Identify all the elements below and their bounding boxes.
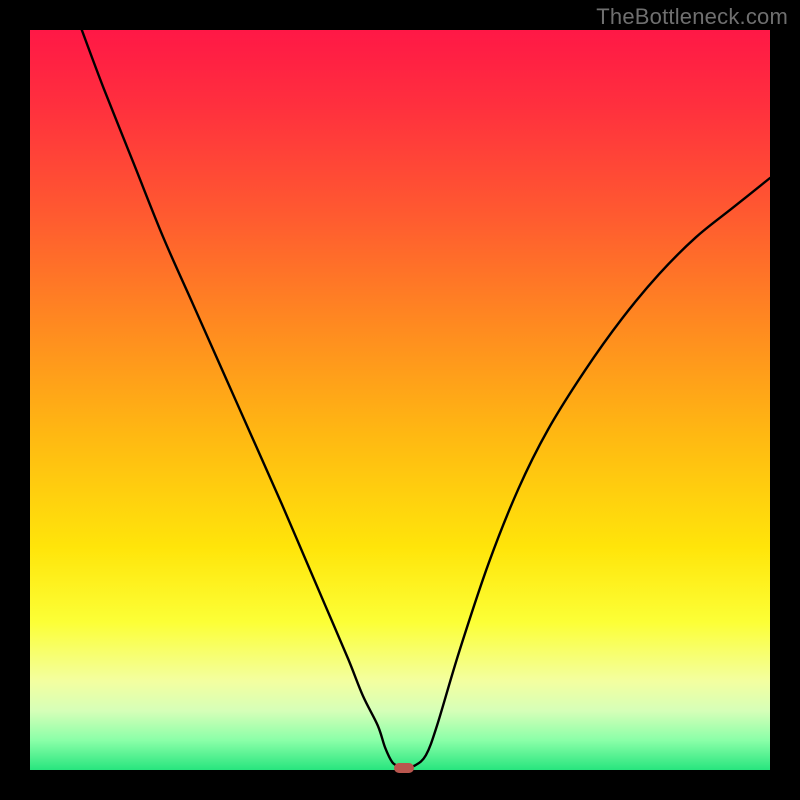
bottleneck-curve <box>30 30 770 770</box>
watermark-text: TheBottleneck.com <box>596 4 788 30</box>
plot-area <box>30 30 770 770</box>
optimal-point-marker <box>394 763 414 773</box>
chart-frame: TheBottleneck.com <box>0 0 800 800</box>
